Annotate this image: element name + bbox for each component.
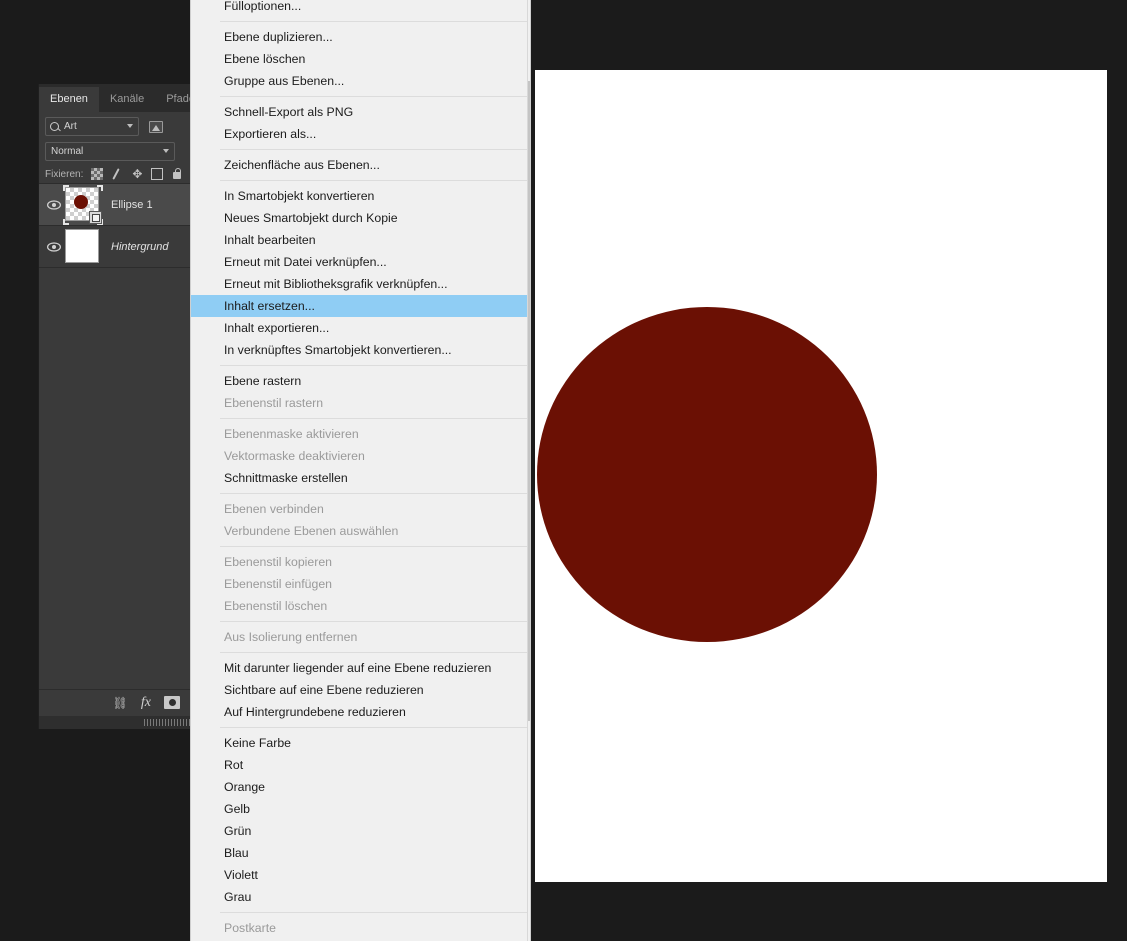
menu-separator bbox=[220, 912, 530, 913]
menu-item[interactable]: Fülloptionen... bbox=[191, 0, 530, 17]
layer-filter-icons bbox=[149, 120, 163, 133]
lock-label: Fixieren: bbox=[45, 168, 84, 180]
menu-item: Ebenenstil rastern bbox=[224, 396, 324, 410]
table-row[interactable]: Ellipse 1 bbox=[39, 184, 202, 226]
menu-item[interactable]: Rot bbox=[191, 754, 530, 776]
menu-separator bbox=[220, 96, 530, 97]
add-layer-mask-icon[interactable] bbox=[164, 696, 180, 709]
link-layers-icon[interactable]: ⛓ bbox=[113, 697, 128, 709]
layers-panel-footer: ⛓ fx bbox=[39, 689, 202, 715]
layer-visibility-toggle[interactable] bbox=[43, 241, 65, 252]
menu-item[interactable]: Violett bbox=[191, 864, 530, 886]
menu-item: Ebenenstil löschen bbox=[224, 599, 328, 613]
menu-item[interactable]: Blau bbox=[191, 842, 530, 864]
image-lock-icon[interactable] bbox=[111, 168, 123, 180]
ellipse-shape[interactable] bbox=[537, 307, 877, 642]
layers-panel: Ebenen Kanäle Pfade Art Normal Fixieren:… bbox=[38, 84, 206, 729]
lock-all-icon[interactable] bbox=[171, 168, 183, 180]
layer-name[interactable]: Ellipse 1 bbox=[111, 199, 153, 211]
menu-item[interactable]: In verknüpftes Smartobjekt konvertieren.… bbox=[191, 339, 530, 361]
eye-icon bbox=[47, 241, 61, 252]
menu-item-list: Fülloptionen... Ebene duplizieren... Ebene… bbox=[191, 0, 530, 941]
layer-filter-value: Art bbox=[64, 121, 77, 132]
table-row[interactable]: Hintergrund bbox=[39, 226, 202, 268]
layer-visibility-toggle[interactable] bbox=[43, 199, 65, 210]
transparency-lock-icon[interactable] bbox=[91, 168, 104, 180]
panel-tab-bar: Ebenen Kanäle Pfade bbox=[39, 84, 206, 112]
layer-filter-type-select[interactable]: Art bbox=[45, 117, 139, 136]
layers-panel-body: Art Normal Fixieren: ✥ Ellipse 1 Hinterg… bbox=[39, 112, 202, 729]
menu-separator bbox=[220, 180, 530, 181]
menu-item: Verbundene Ebenen auswählen bbox=[224, 524, 399, 538]
blend-mode-select[interactable]: Normal bbox=[45, 142, 175, 161]
smart-object-badge-icon bbox=[89, 210, 102, 224]
layer-filter-row: Art bbox=[39, 112, 202, 140]
menu-item: Aus Isolierung entfernen bbox=[224, 630, 358, 644]
menu-item[interactable]: Inhalt ersetzen... bbox=[191, 295, 530, 317]
menu-item[interactable]: Ebene löschen bbox=[191, 48, 530, 70]
menu-separator bbox=[220, 149, 530, 150]
chevron-down-icon bbox=[127, 124, 133, 128]
menu-separator bbox=[220, 418, 530, 419]
menu-separator bbox=[220, 546, 530, 547]
menu-item[interactable]: Schnell-Export als PNG bbox=[191, 101, 530, 123]
menu-item[interactable]: Gruppe aus Ebenen... bbox=[191, 70, 530, 92]
menu-item: Ebenenstil einfügen bbox=[224, 577, 333, 591]
menu-item[interactable]: Auf Hintergrundebene reduzieren bbox=[191, 701, 530, 723]
menu-item[interactable]: Grau bbox=[191, 886, 530, 908]
layer-thumbnail[interactable] bbox=[65, 228, 101, 265]
menu-item[interactable]: Exportieren als... bbox=[191, 123, 530, 145]
layer-style-fx-icon[interactable]: fx bbox=[141, 695, 151, 711]
menu-separator bbox=[220, 493, 530, 494]
tab-ebenen[interactable]: Ebenen bbox=[39, 87, 99, 112]
menu-scrollbar-thumb[interactable] bbox=[528, 81, 530, 721]
menu-scrollbar[interactable] bbox=[527, 0, 530, 941]
menu-item[interactable]: Ebene rastern bbox=[191, 370, 530, 392]
menu-item: Vektormaske deaktivieren bbox=[224, 449, 365, 463]
photoshop-window: Ebenen Kanäle Pfade Art Normal Fixieren:… bbox=[0, 0, 1127, 941]
horizontal-scrollbar[interactable] bbox=[39, 716, 202, 729]
menu-separator bbox=[220, 365, 530, 366]
lock-row: Fixieren: ✥ bbox=[39, 165, 202, 184]
menu-separator bbox=[220, 621, 530, 622]
menu-separator bbox=[220, 652, 530, 653]
menu-item[interactable]: Erneut mit Bibliotheksgrafik verknüpfen.… bbox=[191, 273, 530, 295]
menu-separator bbox=[220, 21, 530, 22]
position-lock-icon[interactable]: ✥ bbox=[131, 168, 143, 180]
menu-item[interactable]: Gelb bbox=[191, 798, 530, 820]
menu-item[interactable]: Mit darunter liegender auf eine Ebene re… bbox=[191, 657, 530, 679]
layer-thumbnail[interactable] bbox=[63, 184, 103, 225]
chevron-down-icon bbox=[163, 149, 169, 153]
menu-item: Ebenen verbinden bbox=[224, 502, 324, 516]
menu-item[interactable]: Inhalt exportieren... bbox=[191, 317, 530, 339]
layer-name[interactable]: Hintergrund bbox=[111, 241, 168, 253]
document-canvas[interactable] bbox=[535, 70, 1107, 882]
menu-item: Postkarte bbox=[224, 921, 276, 935]
artboard-lock-icon[interactable] bbox=[151, 168, 164, 180]
menu-item[interactable]: Schnittmaske erstellen bbox=[191, 467, 530, 489]
menu-item[interactable]: Keine Farbe bbox=[191, 732, 530, 754]
blend-mode-value: Normal bbox=[51, 146, 84, 157]
menu-item[interactable]: Ebene duplizieren... bbox=[191, 26, 530, 48]
blend-mode-row: Normal bbox=[39, 140, 202, 165]
menu-item[interactable]: Sichtbare auf eine Ebene reduzieren bbox=[191, 679, 530, 701]
menu-item[interactable]: Grün bbox=[191, 820, 530, 842]
menu-item[interactable]: In Smartobjekt konvertieren bbox=[191, 185, 530, 207]
eye-icon bbox=[47, 199, 61, 210]
menu-item[interactable]: Inhalt bearbeiten bbox=[191, 229, 530, 251]
layer-context-menu[interactable]: Fülloptionen... Ebene duplizieren... Ebene… bbox=[190, 0, 531, 941]
menu-item: Ebenenstil kopieren bbox=[224, 555, 333, 569]
menu-item[interactable]: Orange bbox=[191, 776, 530, 798]
menu-separator bbox=[220, 727, 530, 728]
filter-pixel-icon[interactable] bbox=[149, 120, 163, 133]
menu-item[interactable]: Neues Smartobjekt durch Kopie bbox=[191, 207, 530, 229]
menu-item[interactable]: Zeichenfläche aus Ebenen... bbox=[191, 154, 530, 176]
menu-item: Ebenenmaske aktivieren bbox=[224, 427, 359, 441]
tab-kanaele[interactable]: Kanäle bbox=[98, 87, 156, 112]
scrollbar-grip[interactable] bbox=[144, 719, 196, 726]
search-icon bbox=[50, 122, 59, 131]
menu-item[interactable]: Erneut mit Datei verknüpfen... bbox=[191, 251, 530, 273]
